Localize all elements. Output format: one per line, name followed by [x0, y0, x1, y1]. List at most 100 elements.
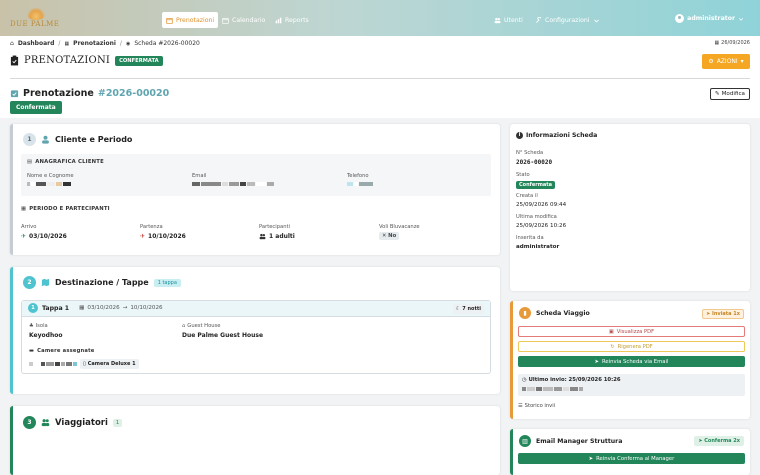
top-navbar: DUE PALME Prenotazioni Calendario Report… [0, 0, 760, 40]
booking-status-badge: Confermata [10, 101, 62, 114]
arrow-right-icon: → [122, 305, 128, 311]
flights-value: ✕ No [379, 232, 400, 240]
nav-prenotazioni[interactable]: Prenotazioni [162, 12, 219, 28]
nav-utenti[interactable]: Utenti [490, 12, 527, 28]
scheda-number-label: N° Scheda [516, 150, 544, 156]
sent-count-tag: ➤ Inviata 1x [702, 309, 744, 319]
actions-dropdown-button[interactable]: ⚙ AZIONI ▾ [702, 54, 750, 69]
list-icon: ☰ [518, 403, 523, 409]
nav-label: Calendario [232, 16, 266, 24]
palm-tree-icon: ♣ [29, 323, 34, 329]
nav-calendario[interactable]: Calendario [218, 12, 269, 28]
history-link[interactable]: ☰ Storico invii [518, 403, 555, 409]
room-row: ▯ Camera Deluxe 1 [29, 359, 139, 369]
send-icon: ➤ [588, 455, 594, 462]
users-icon [494, 17, 501, 23]
email-label: Email [192, 173, 207, 179]
confirm-count-tag: ➤ Conferma 2x [694, 436, 744, 446]
sun-icon [26, 8, 46, 20]
info-card: i Informazioni Scheda N° Scheda 2026-000… [510, 124, 750, 291]
chart-icon [275, 17, 282, 23]
map-icon [41, 278, 50, 287]
section-title: ▤ ANAGRAFICA CLIENTE [27, 159, 104, 165]
close-icon: ✕ [382, 233, 387, 239]
email-card-header: ▥ Email Manager Struttura [519, 435, 622, 447]
door-icon: ▯ [83, 361, 86, 367]
stage-number: 1 [28, 303, 38, 313]
recipient-redacted [522, 387, 583, 391]
email-value-redacted [192, 182, 274, 186]
wrench-icon [536, 16, 542, 23]
guesthouse-value: Due Palme Guest House [182, 332, 264, 339]
send-icon: ➤ [706, 311, 711, 317]
arrival-label: Arrivo [21, 224, 37, 230]
created-label: Creata il [516, 193, 538, 199]
room-chip: ▯ Camera Deluxe 1 [80, 359, 139, 369]
breadcrumb-separator: / [58, 40, 61, 47]
participants-value: 1 adulti [259, 233, 295, 240]
breadcrumb-prenotazioni[interactable]: Prenotazioni [73, 40, 116, 47]
chevron-down-icon [593, 19, 599, 22]
pdf-icon: ▣ [608, 328, 614, 335]
inserted-label: Inserita da [516, 235, 544, 241]
bed-icon: ▬ [29, 348, 35, 354]
modified-value: 25/09/2026 10:26 [516, 223, 567, 229]
user-menu[interactable]: administrator [675, 14, 744, 23]
client-period-card: 1 Cliente e Periodo ▤ ANAGRAFICA CLIENTE… [10, 124, 500, 255]
nav-configurazioni[interactable]: Configurazioni [531, 12, 604, 28]
stage-dates: ▦ 03/10/2026 → 10/10/2026 [79, 305, 163, 311]
calendar-icon: ▦ [64, 40, 70, 47]
house-icon: ⌂ [182, 323, 186, 329]
booking-header: Prenotazione #2026-00020 [10, 88, 169, 99]
nav-label: Configurazioni [545, 16, 590, 24]
view-pdf-button[interactable]: ▣ Visualizza PDF [518, 326, 745, 337]
nav-reports[interactable]: Reports [271, 12, 313, 28]
logo-text: DUE PALME [10, 20, 60, 28]
modified-label: Ultima modifica [516, 214, 557, 220]
travel-card-title: Scheda Viaggio [536, 309, 590, 317]
chevron-down-icon [738, 17, 744, 21]
card-header: 3 Viaggiatori 1 [23, 416, 123, 429]
home-icon: ⌂ [10, 40, 14, 47]
clipboard-check-icon [10, 55, 19, 66]
brand-logo[interactable]: DUE PALME [10, 6, 62, 34]
scheda-number: 2026-00020 [516, 159, 553, 166]
departure-value: ✈ 10/10/2026 [140, 233, 186, 240]
step-number: 2 [23, 276, 36, 289]
user-icon [42, 135, 49, 144]
arrival-value: ✈ 03/10/2026 [21, 233, 67, 240]
refresh-icon: ↻ [610, 343, 615, 350]
status-badge: CONFERMATA [115, 55, 163, 66]
nav-label: Prenotazioni [176, 16, 215, 24]
resend-confirm-button[interactable]: ➤ Reinvia Conferma al Manager [518, 453, 745, 464]
calendar-icon: ▦ [79, 305, 85, 311]
calendar-icon: ▦ [21, 206, 27, 212]
destination-card: 2 Destinazione / Tappe 1 tappa 1 Tappa 1… [10, 267, 500, 394]
edit-label: Modifica [721, 91, 745, 97]
edit-button[interactable]: ✎ Modifica [709, 88, 750, 100]
plane-arrival-icon: ✈ [21, 233, 27, 240]
breadcrumb-separator: / [119, 40, 122, 47]
stage-panel: 1 Tappa 1 ▦ 03/10/2026 → 10/10/2026 ☾ 7 … [21, 300, 491, 374]
step-number: 3 [23, 416, 36, 429]
nights-badge: ☾ 7 notti [452, 304, 484, 314]
divider [10, 78, 750, 79]
info-icon: i [516, 132, 523, 139]
moon-icon: ☾ [455, 306, 461, 312]
flights-label: Voli Bluvacanze [379, 224, 420, 230]
nav-label: Reports [285, 16, 309, 24]
last-sent-panel: ◷ Ultimo invio: 25/09/2026 10:26 [518, 374, 745, 396]
rooms-label: ▬ Camere assegnate [29, 348, 95, 354]
gear-icon: ⚙ [708, 58, 714, 65]
section-title: ▦ PERIODO E PARTECIPANTI [21, 206, 110, 212]
breadcrumb-dashboard[interactable]: Dashboard [18, 40, 55, 47]
chevron-down-icon: ▾ [740, 58, 744, 65]
stage-label: Tappa 1 [42, 304, 70, 312]
nav-label: Utenti [504, 16, 523, 24]
card-header: 1 Cliente e Periodo [23, 133, 132, 146]
clock-icon: ◷ [522, 377, 527, 383]
regenerate-pdf-button[interactable]: ↻ Rigenera PDF [518, 341, 745, 352]
card-title: Cliente e Periodo [55, 135, 133, 144]
calendar-check-icon [10, 90, 19, 98]
resend-email-button[interactable]: ➤ Reinvia Scheda via Email [518, 356, 745, 367]
